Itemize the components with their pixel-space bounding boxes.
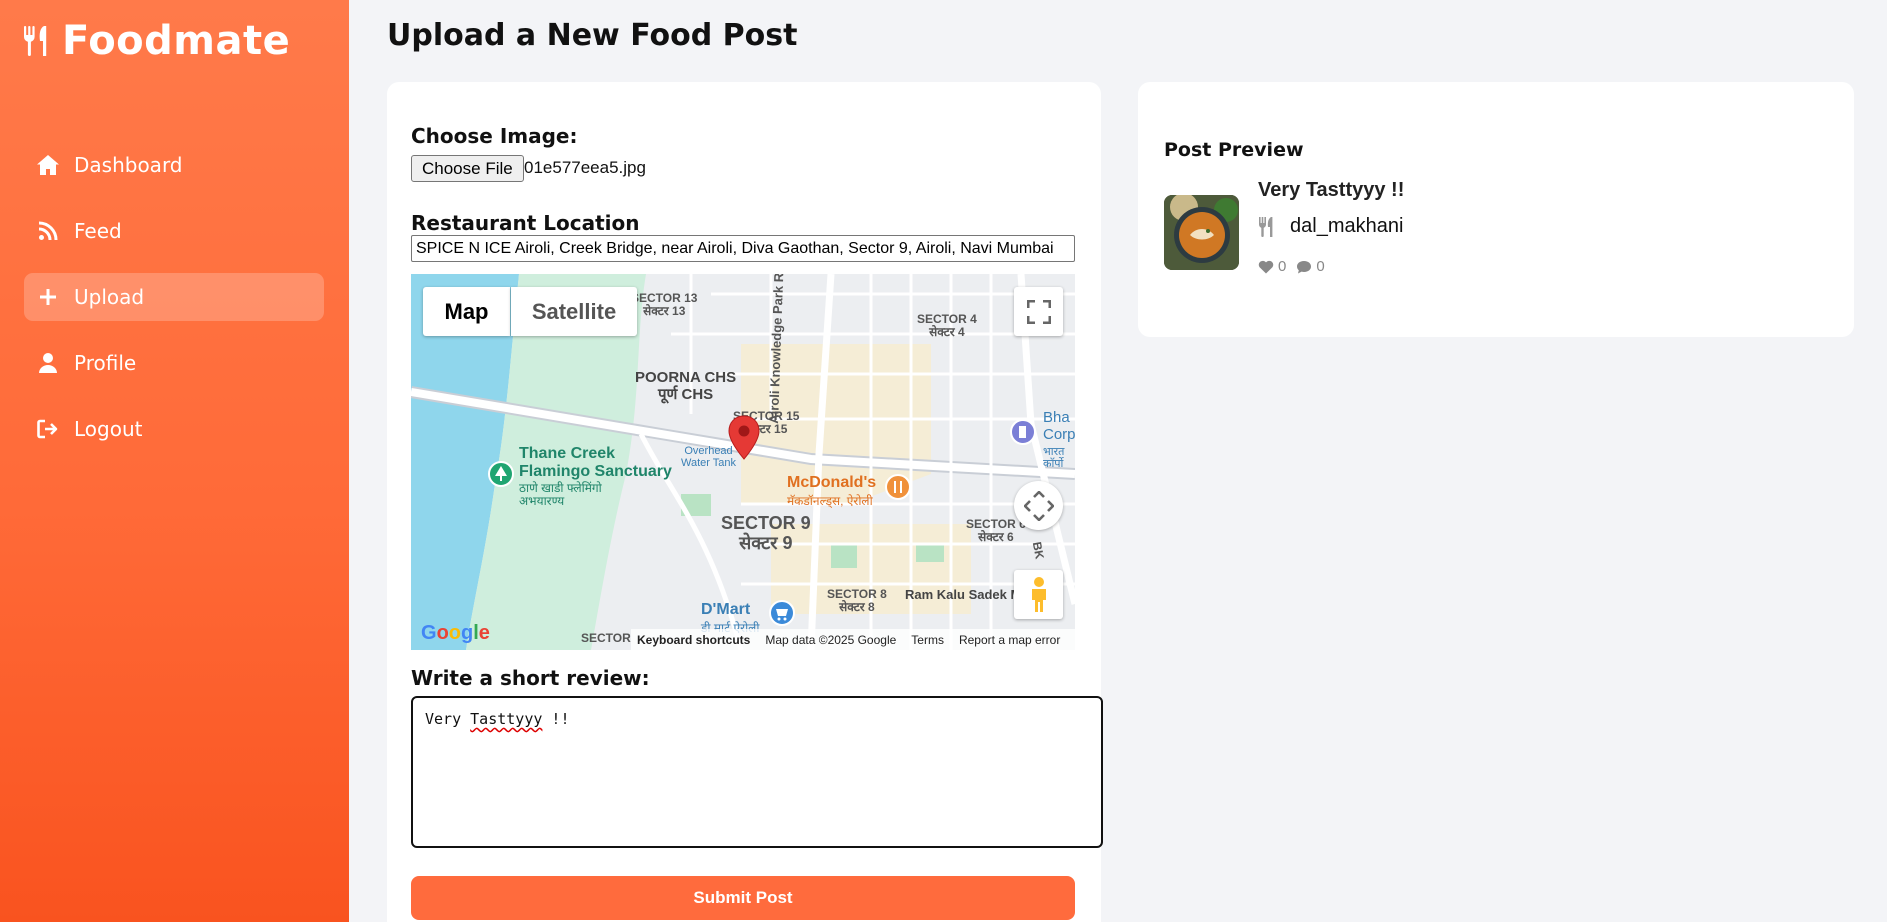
sidebar-item-profile[interactable]: Profile [24, 339, 324, 387]
map-type-map-button[interactable]: Map [423, 287, 510, 336]
location-label: Restaurant Location [411, 211, 640, 235]
park-poi-icon[interactable] [488, 461, 514, 487]
post-preview-card: Post Preview Very Tasttyyy !! dal_makhan… [1138, 82, 1854, 337]
heart-icon [1258, 260, 1274, 273]
preview-dish: dal_makhani [1258, 215, 1403, 238]
map-label: SECTOR 13 [631, 291, 698, 305]
sidebar-item-label: Upload [74, 285, 145, 309]
map-label: D'Mart [701, 601, 751, 618]
street-view-button[interactable] [1014, 570, 1063, 619]
likes-count: 0 [1278, 258, 1287, 275]
comments-count: 0 [1316, 258, 1325, 275]
plus-icon [36, 285, 60, 309]
misspelled-word: Tasttyyy [470, 710, 543, 728]
map-label: Thane Creek Flamingo Sanctuary [519, 445, 672, 480]
user-icon [36, 351, 60, 375]
map-label: SECTOR [581, 631, 631, 645]
move-arrows-icon [1023, 490, 1054, 521]
map-label: सेक्टर 8 [839, 600, 875, 615]
comment-icon [1297, 260, 1312, 273]
review-textarea[interactable]: Very Tasttyyy !! [411, 696, 1103, 848]
map-footer: Keyboard shortcuts Map data ©2025 Google… [631, 629, 1075, 650]
home-icon [36, 153, 60, 177]
camera-control-button[interactable] [1014, 481, 1063, 530]
sidebar-item-label: Profile [74, 351, 137, 375]
logout-icon [36, 417, 60, 441]
submit-post-button[interactable]: Submit Post [411, 876, 1075, 920]
review-text: Very [425, 710, 471, 728]
map-label: SECTOR 6 [966, 517, 1026, 531]
rss-icon [36, 219, 60, 243]
brand[interactable]: Foodmate [22, 18, 290, 64]
fork-knife-icon [24, 26, 47, 56]
map-label: पूर्ण CHS [657, 385, 714, 403]
pegman-icon [1031, 576, 1046, 612]
food-image [1164, 195, 1239, 270]
map-label: POORNA CHS [635, 369, 737, 386]
sidebar-item-dashboard[interactable]: Dashboard [24, 141, 324, 189]
fullscreen-icon [1026, 299, 1051, 324]
sidebar-item-label: Feed [74, 219, 122, 243]
location-pin-icon[interactable] [727, 415, 761, 461]
preview-dish-name: dal_makhani [1290, 215, 1404, 237]
page-title: Upload a New Food Post [387, 18, 798, 53]
choose-file-button[interactable]: Choose File [411, 155, 524, 182]
map-label: SECTOR 8 [827, 587, 887, 601]
map-label: सेक्टर 13 [643, 304, 686, 319]
map-label: Ram Kalu Sadek M [905, 587, 1022, 602]
location-input[interactable]: SPICE N ICE Airoli, Creek Bridge, near A… [411, 235, 1075, 262]
preview-review: Very Tasttyyy !! [1258, 179, 1405, 201]
likes-stat[interactable]: 0 [1258, 258, 1286, 275]
app-name: Foodmate [62, 18, 291, 64]
comments-stat[interactable]: 0 [1296, 258, 1325, 275]
preview-title: Post Preview [1164, 139, 1304, 161]
sidebar-item-label: Logout [74, 417, 143, 441]
sidebar-nav: Dashboard Feed Upload Profile Logout [24, 141, 324, 471]
fullscreen-button[interactable] [1014, 287, 1063, 336]
post-thumbnail [1164, 195, 1239, 270]
review-text: !! [542, 710, 570, 728]
map-label: सेक्टर 9 [739, 532, 793, 553]
shopping-poi-icon[interactable] [769, 600, 795, 626]
map-label: भारत कॉर्पो [1043, 446, 1065, 471]
fuel-poi-icon[interactable] [1010, 419, 1036, 445]
map-label: सेक्टर 6 [978, 530, 1014, 545]
map-label: ठाणे खाडी फ्लेमिंगो अभयारण्य [519, 481, 602, 509]
restaurant-poi-icon[interactable] [885, 474, 911, 500]
terms-link[interactable]: Terms [911, 633, 944, 647]
preview-stats: 0 0 [1258, 258, 1325, 275]
sidebar-item-feed[interactable]: Feed [24, 207, 324, 255]
map-label: सेक्टर 4 [929, 325, 965, 340]
sidebar-item-upload[interactable]: Upload [24, 273, 324, 321]
sidebar: Foodmate Dashboard Feed Upload Profile L… [0, 0, 349, 922]
map-label: BK [1029, 540, 1047, 561]
map-data-text: Map data ©2025 Google [765, 632, 897, 647]
map-type-satellite-button[interactable]: Satellite [511, 287, 637, 336]
utensils-icon [1259, 216, 1273, 237]
map-label: McDonald's [787, 474, 877, 491]
image-label: Choose Image: [411, 124, 578, 148]
map-label: Bha Corp [1043, 409, 1075, 443]
sidebar-item-label: Dashboard [74, 153, 183, 177]
location-map[interactable]: SECTOR 13 सेक्टर 13 SECTOR 4 सेक्टर 4 POOR… [411, 274, 1075, 650]
google-logo: Google [421, 622, 490, 644]
map-label: मॅकडॉनल्ड्स, ऐरोली [787, 493, 873, 508]
upload-form-card: Choose Image: Choose File 01e577eea5.jpg… [387, 82, 1103, 922]
map-label: SECTOR 4 [917, 312, 977, 326]
file-name: 01e577eea5.jpg [524, 158, 646, 177]
report-map-error-link[interactable]: Report a map error [959, 633, 1060, 647]
keyboard-shortcuts-link[interactable]: Keyboard shortcuts [637, 633, 750, 647]
map-label: SECTOR 9 [721, 513, 811, 533]
review-label: Write a short review: [411, 666, 650, 690]
sidebar-item-logout[interactable]: Logout [24, 405, 324, 453]
